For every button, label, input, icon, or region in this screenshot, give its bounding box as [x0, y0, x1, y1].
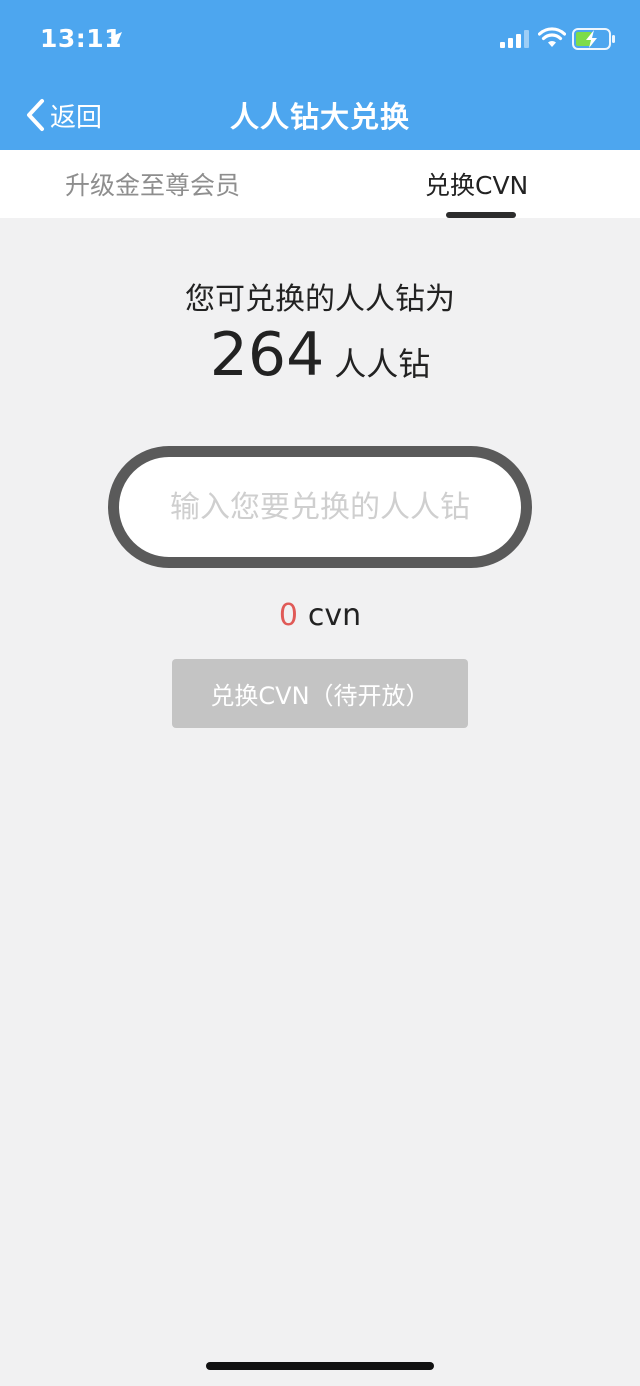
amount-input-container [108, 446, 532, 568]
cvn-value: 0 [278, 598, 298, 633]
balance-label: 您可兑换的人人钻为 [185, 282, 455, 317]
balance-unit: 人人钻 [334, 345, 431, 383]
wifi-icon [538, 27, 566, 47]
cvn-unit: cvn [307, 598, 362, 633]
signal-icon [500, 30, 529, 48]
amount-input[interactable] [119, 457, 521, 557]
nav-bar: 返回 人人钻大兑换 [0, 80, 640, 150]
balance-value: 264 [209, 320, 325, 390]
header: 13:11 返回 人人钻大兑换 [0, 0, 640, 150]
cvn-result-row: 0 cvn [0, 598, 640, 633]
exchange-cvn-button[interactable]: 兑换CVN（待开放） [172, 659, 468, 728]
home-indicator [206, 1362, 434, 1370]
battery-charging-icon [572, 28, 615, 50]
location-arrow-icon [108, 32, 122, 46]
balance-row: 264 人人钻 [0, 320, 640, 390]
active-tab-indicator [446, 212, 516, 218]
tab-upgrade-vip[interactable]: 升级金至尊会员 [65, 166, 240, 202]
status-bar: 13:11 [0, 0, 640, 80]
page-title: 人人钻大兑换 [229, 100, 410, 134]
tab-bar: 升级金至尊会员 兑换CVN [0, 150, 640, 218]
tab-exchange-cvn[interactable]: 兑换CVN [425, 166, 528, 202]
